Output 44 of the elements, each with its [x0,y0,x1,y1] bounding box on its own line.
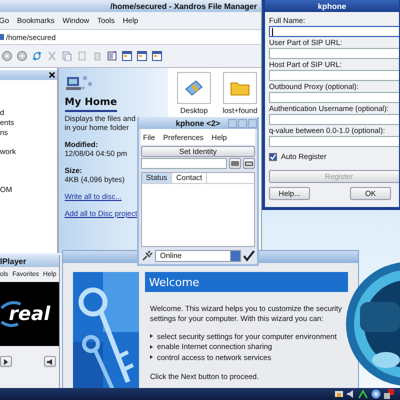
view-icon[interactable] [137,51,147,61]
bullet-icon [150,344,153,349]
window-title: kphone [318,2,346,10]
properties-icon[interactable] [107,51,117,61]
plug-icon[interactable] [141,250,153,262]
disc-icon[interactable] [17,51,27,61]
input-field[interactable] [269,70,399,81]
phone-button[interactable] [229,158,241,169]
input-field[interactable] [141,158,227,169]
disc-icon[interactable] [2,51,12,61]
window-title: kphone <2> [176,118,220,128]
logo-text: real [8,303,50,325]
desktop-icon[interactable] [184,79,204,97]
play-icon [4,358,8,364]
play-button[interactable] [0,356,12,367]
phone-icon [231,161,239,166]
network-icon[interactable] [334,389,344,399]
folder-tile[interactable] [223,72,257,104]
bullet-icon [150,355,153,360]
folder-icon[interactable] [230,80,250,96]
close-icon[interactable] [48,72,55,78]
page-heading: Welcome [145,272,348,292]
volume-button[interactable] [44,356,56,367]
folder-tile[interactable] [177,72,211,104]
input-field[interactable] [269,26,399,37]
folder-icon [0,33,4,41]
hangup-button[interactable] [243,158,255,169]
volume-icon[interactable] [347,389,355,399]
view-icon[interactable] [152,51,162,61]
checkmark-icon[interactable] [243,250,255,262]
speaker-icon [46,358,54,364]
checkbox[interactable] [269,152,277,160]
view-icon[interactable] [122,51,132,61]
input-field[interactable] [269,114,399,125]
input-field[interactable] [269,136,399,147]
copy-icon[interactable] [62,51,72,61]
input-field[interactable] [269,92,399,103]
window-title: lPlayer [0,256,26,266]
refresh-icon[interactable] [32,51,42,61]
signal-icon[interactable] [358,389,368,399]
panel-heading: My Home [64,97,118,112]
window-title: /home/secured - Xandros File Manager [110,2,257,10]
input-field[interactable] [269,48,399,59]
bullet-icon [150,334,153,338]
